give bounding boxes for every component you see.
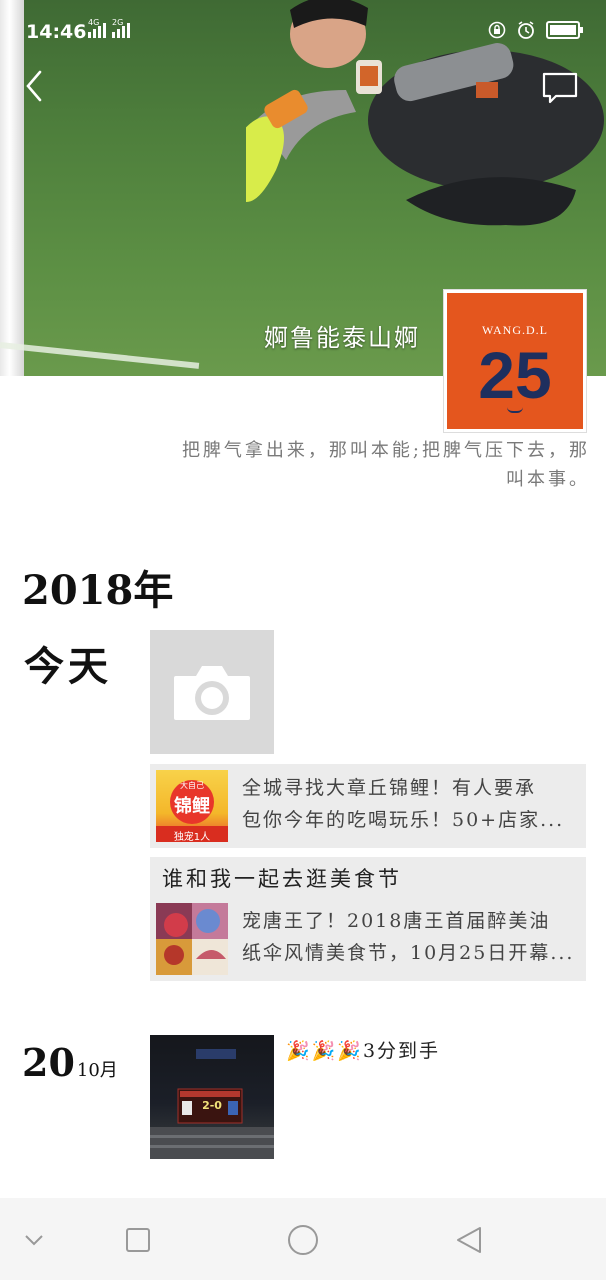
signal-4g-icon: 4G <box>88 18 106 38</box>
status-bar: 14:46 4G 2G <box>0 0 606 64</box>
avatar-number: 25 <box>478 338 552 412</box>
shared-link-summary: 宠唐王了！2018唐王首届醉美油 纸伞风情美食节，10月25日开幕... <box>242 905 578 969</box>
nav-collapse-button[interactable] <box>14 1220 54 1260</box>
status-time: 14:46 <box>26 21 87 43</box>
shared-link-summary: 全城寻找大章丘锦鲤！有人要承 包你今年的吃喝玩乐！50+店家... <box>242 772 578 836</box>
koi-promo-thumbnail: 大自己 锦鲤 独宠1人 <box>156 770 228 842</box>
thumb-top-text: 大自己 <box>180 781 204 790</box>
avatar-brand-text: WANG.D.L <box>482 323 548 337</box>
umbrella-collage-art <box>156 903 228 975</box>
signal-indicators: 4G 2G <box>88 18 130 38</box>
messages-button[interactable] <box>540 70 580 106</box>
post-photo-button[interactable] <box>150 630 274 754</box>
camera-icon <box>174 666 250 720</box>
entry-date: 20 10月 <box>22 1040 118 1085</box>
pitch-line <box>0 342 200 369</box>
thumb-bottom-text: 独宠1人 <box>173 832 211 842</box>
moment-text: 🎉🎉🎉3分到手 <box>286 1040 441 1062</box>
thumb-main-text: 锦鲤 <box>174 796 210 817</box>
comment-icon <box>542 72 578 104</box>
chevron-left-icon <box>26 70 42 102</box>
nav-recents-button[interactable] <box>118 1220 158 1260</box>
timeline-year: 2018年 <box>22 567 174 614</box>
profile-avatar[interactable]: WANG.D.L 25 <box>444 290 586 432</box>
scoreboard-score: 2-0 <box>202 1099 222 1112</box>
food-festival-thumbnail <box>156 903 228 975</box>
avatar-jersey-image: WANG.D.L 25 <box>447 293 583 429</box>
entry-month: 10月 <box>76 1060 118 1081</box>
battery-icon <box>546 21 583 39</box>
lock-rotation-icon <box>488 21 506 39</box>
shared-link-line-1: 全城寻找大章丘锦鲤！有人要承 <box>242 777 537 799</box>
shared-link-post[interactable]: 大自己 锦鲤 独宠1人 全城寻找大章丘锦鲤！有人要承 包你今年的吃喝玩乐！50+… <box>150 764 586 848</box>
stadium-scoreboard-art <box>150 1049 274 1159</box>
signature-line-2: 叫本事。 <box>506 469 590 490</box>
square-icon <box>126 1228 150 1252</box>
shared-link-line-2: 纸伞风情美食节，10月25日开幕... <box>242 942 575 964</box>
profile-nickname: 婀鲁能泰山婀 <box>264 324 420 352</box>
shared-link-line-1: 宠唐王了！2018唐王首届醉美油 <box>242 910 551 932</box>
timeline-today-label: 今天 <box>24 643 112 690</box>
status-right-icons <box>488 20 583 40</box>
post-caption: 谁和我一起去逛美食节 <box>162 867 402 891</box>
alarm-icon <box>518 21 534 39</box>
nav-home-button[interactable] <box>283 1220 323 1260</box>
shared-link-post[interactable]: 谁和我一起去逛美食节 宠唐王了！2018唐王首届醉美油 纸伞风情美食节，10月2… <box>150 857 586 981</box>
entry-day: 20 <box>22 1040 75 1085</box>
circle-icon <box>288 1225 318 1255</box>
profile-signature: 把脾气拿出来，那叫本能;把脾气压下去，那 叫本事。 <box>160 436 590 494</box>
signal-2g-icon: 2G <box>112 18 130 38</box>
chevron-down-icon <box>25 1235 43 1246</box>
triangle-back-icon <box>457 1227 481 1253</box>
scoreboard-photo[interactable]: 2-0 <box>150 1035 274 1159</box>
back-button[interactable] <box>18 66 54 106</box>
signature-line-1: 把脾气拿出来，那叫本能;把脾气压下去，那 <box>181 440 590 461</box>
nav-back-button[interactable] <box>450 1220 490 1260</box>
shared-link-line-2: 包你今年的吃喝玩乐！50+店家... <box>242 809 565 831</box>
system-nav-bar <box>0 1198 606 1280</box>
